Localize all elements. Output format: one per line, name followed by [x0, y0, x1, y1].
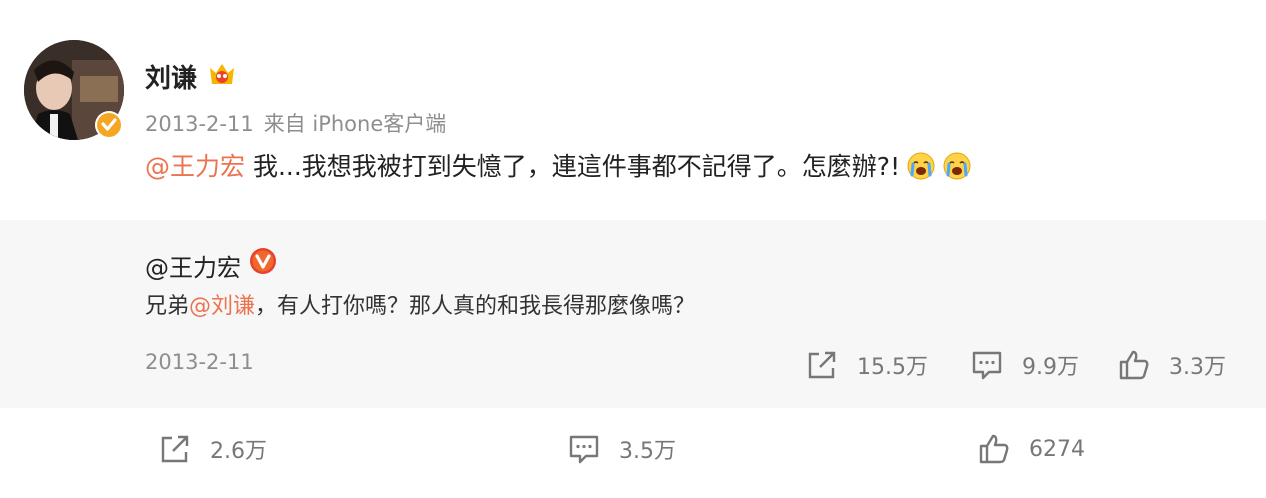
post-meta: 2013-2-11 来自 iPhone客户端 [145, 108, 456, 138]
like-count: 6274 [1029, 436, 1085, 462]
crown-icon [210, 64, 234, 84]
share-icon [161, 435, 189, 463]
repost-text: 兄弟@刘谦，有人打你嗎？那人真的和我長得那麼像嗎？ [145, 288, 695, 320]
repost-text-suffix: ，有人打你嗎？那人真的和我長得那麼像嗎？ [255, 294, 696, 319]
mention-link[interactable]: @刘谦 [189, 294, 255, 319]
repost-like-count: 3.3万 [1169, 355, 1226, 380]
repost-like-button[interactable]: 3.3万 [1117, 348, 1226, 382]
post-text: @王力宏 我...我想我被打到失憶了，連這件事都不記得了。怎麼辦?! [145, 147, 972, 183]
verified-icon [250, 248, 276, 274]
repost-author[interactable]: @王力宏 [145, 248, 241, 283]
comment-icon [972, 351, 1002, 380]
share-count: 2.6万 [210, 439, 267, 464]
comment-button[interactable]: 3.5万 [567, 432, 676, 466]
crying-emoji [907, 152, 935, 180]
like-icon [979, 434, 1009, 464]
verified-icon [95, 111, 123, 139]
repost-comment-button[interactable]: 9.9万 [970, 348, 1079, 382]
post-date[interactable]: 2013-2-11 [145, 112, 254, 136]
mention-link[interactable]: @王力宏 [145, 152, 245, 181]
repost-share-button[interactable]: 15.5万 [805, 348, 928, 382]
repost-text-prefix: 兄弟 [145, 294, 190, 319]
post-source: 来自 iPhone客户端 [263, 112, 447, 136]
crying-emoji [943, 152, 971, 180]
username[interactable]: 刘谦 [145, 58, 197, 95]
repost-date[interactable]: 2013-2-11 [145, 350, 254, 374]
action-bar: 2.6万 3.5万 6274 [0, 408, 1266, 498]
comment-icon [569, 435, 599, 464]
like-button[interactable]: 6274 [977, 432, 1085, 466]
weibo-post: 刘谦 2013-2-11 来自 iPhone客户端 @王力宏 我...我想我被打到… [0, 0, 1266, 220]
share-button[interactable]: 2.6万 [158, 432, 267, 466]
repost-comment-count: 9.9万 [1022, 355, 1079, 380]
comment-count: 3.5万 [619, 439, 676, 464]
repost-share-count: 15.5万 [857, 355, 928, 380]
reposted-weibo: @王力宏 兄弟@刘谦，有人打你嗎？那人真的和我長得那麼像嗎？ 2013-2-11… [0, 220, 1266, 408]
post-body: 我...我想我被打到失憶了，連這件事都不記得了。怎麼辦?! [245, 152, 901, 181]
share-icon [808, 351, 836, 379]
like-icon [1119, 350, 1149, 380]
